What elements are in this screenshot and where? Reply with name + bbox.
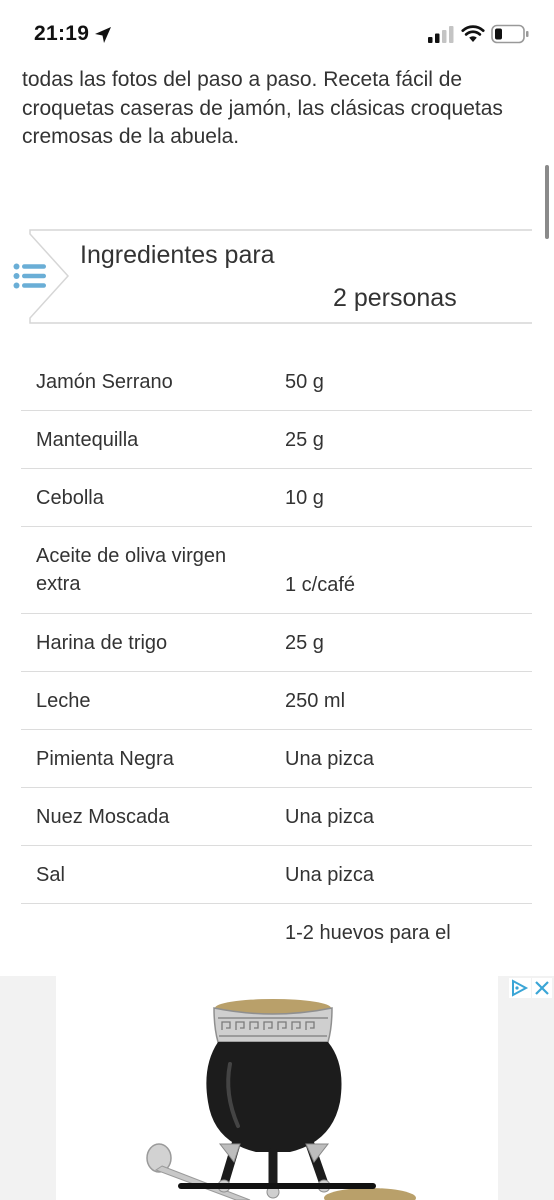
- table-row: Sal Una pizca: [21, 846, 532, 904]
- ingredient-name: Jamón Serrano: [36, 371, 173, 393]
- location-arrow-icon: [95, 27, 111, 43]
- table-row: Pimienta Negra Una pizca: [21, 730, 532, 788]
- ingredient-quantity: Una pizca: [285, 864, 374, 886]
- mate-gourd-image[interactable]: [140, 994, 440, 1200]
- ingredient-quantity: 50 g: [285, 371, 324, 393]
- ad-close-icon[interactable]: [532, 978, 552, 998]
- status-time: 21:19: [34, 22, 90, 45]
- ingredient-quantity: Una pizca: [285, 748, 374, 770]
- ad-choices-icon[interactable]: [509, 978, 531, 998]
- ingredients-title: Ingredientes para: [80, 241, 275, 269]
- ingredients-table: Jamón Serrano 50 g Mantequilla 25 g Cebo…: [21, 353, 532, 964]
- ingredient-quantity: 25 g: [285, 429, 324, 451]
- table-row: Harina de trigo 25 g: [21, 614, 532, 672]
- ingredient-name: Harina de trigo: [36, 632, 168, 654]
- battery-icon: [491, 24, 529, 44]
- recipe-intro-text: todas las fotos del paso a paso. Receta …: [22, 68, 503, 148]
- ingredient-quantity: 1-2 huevos para el: [285, 922, 451, 944]
- ingredient-quantity: 1 c/café: [285, 574, 356, 596]
- ingredient-name: Cebolla: [36, 487, 104, 509]
- table-row: Nuez Moscada Una pizca: [21, 788, 532, 846]
- cell-signal-icon: [428, 26, 454, 43]
- servings-label: 2 personas: [333, 284, 457, 312]
- ingredient-quantity: 10 g: [285, 487, 324, 509]
- table-row: Mantequilla 25 g: [21, 411, 532, 469]
- table-row: Aceite de oliva virgen extra 1 c/café: [21, 527, 532, 614]
- ingredient-name: Leche: [36, 690, 91, 712]
- table-row: 1-2 huevos para el: [21, 904, 532, 964]
- ingredient-name: Sal: [36, 864, 65, 886]
- ingredient-name: Nuez Moscada: [36, 806, 170, 828]
- table-row: Leche 250 ml: [21, 672, 532, 730]
- ingredient-name: Pimienta Negra: [36, 748, 174, 770]
- ingredient-name: Aceite de oliva virgen extra: [36, 545, 227, 595]
- home-indicator[interactable]: [178, 1183, 376, 1189]
- ingredient-quantity: 250 ml: [285, 690, 346, 712]
- ingredient-name: Mantequilla: [36, 429, 139, 451]
- table-row: Jamón Serrano 50 g: [21, 353, 532, 411]
- ingredient-quantity: 25 g: [285, 632, 324, 654]
- list-toggle-icon[interactable]: [13, 263, 47, 289]
- ingredient-quantity: Una pizca: [285, 806, 374, 828]
- table-row: Cebolla 10 g: [21, 469, 532, 527]
- wifi-icon: [461, 25, 485, 42]
- status-bar: 21:19: [0, 0, 554, 66]
